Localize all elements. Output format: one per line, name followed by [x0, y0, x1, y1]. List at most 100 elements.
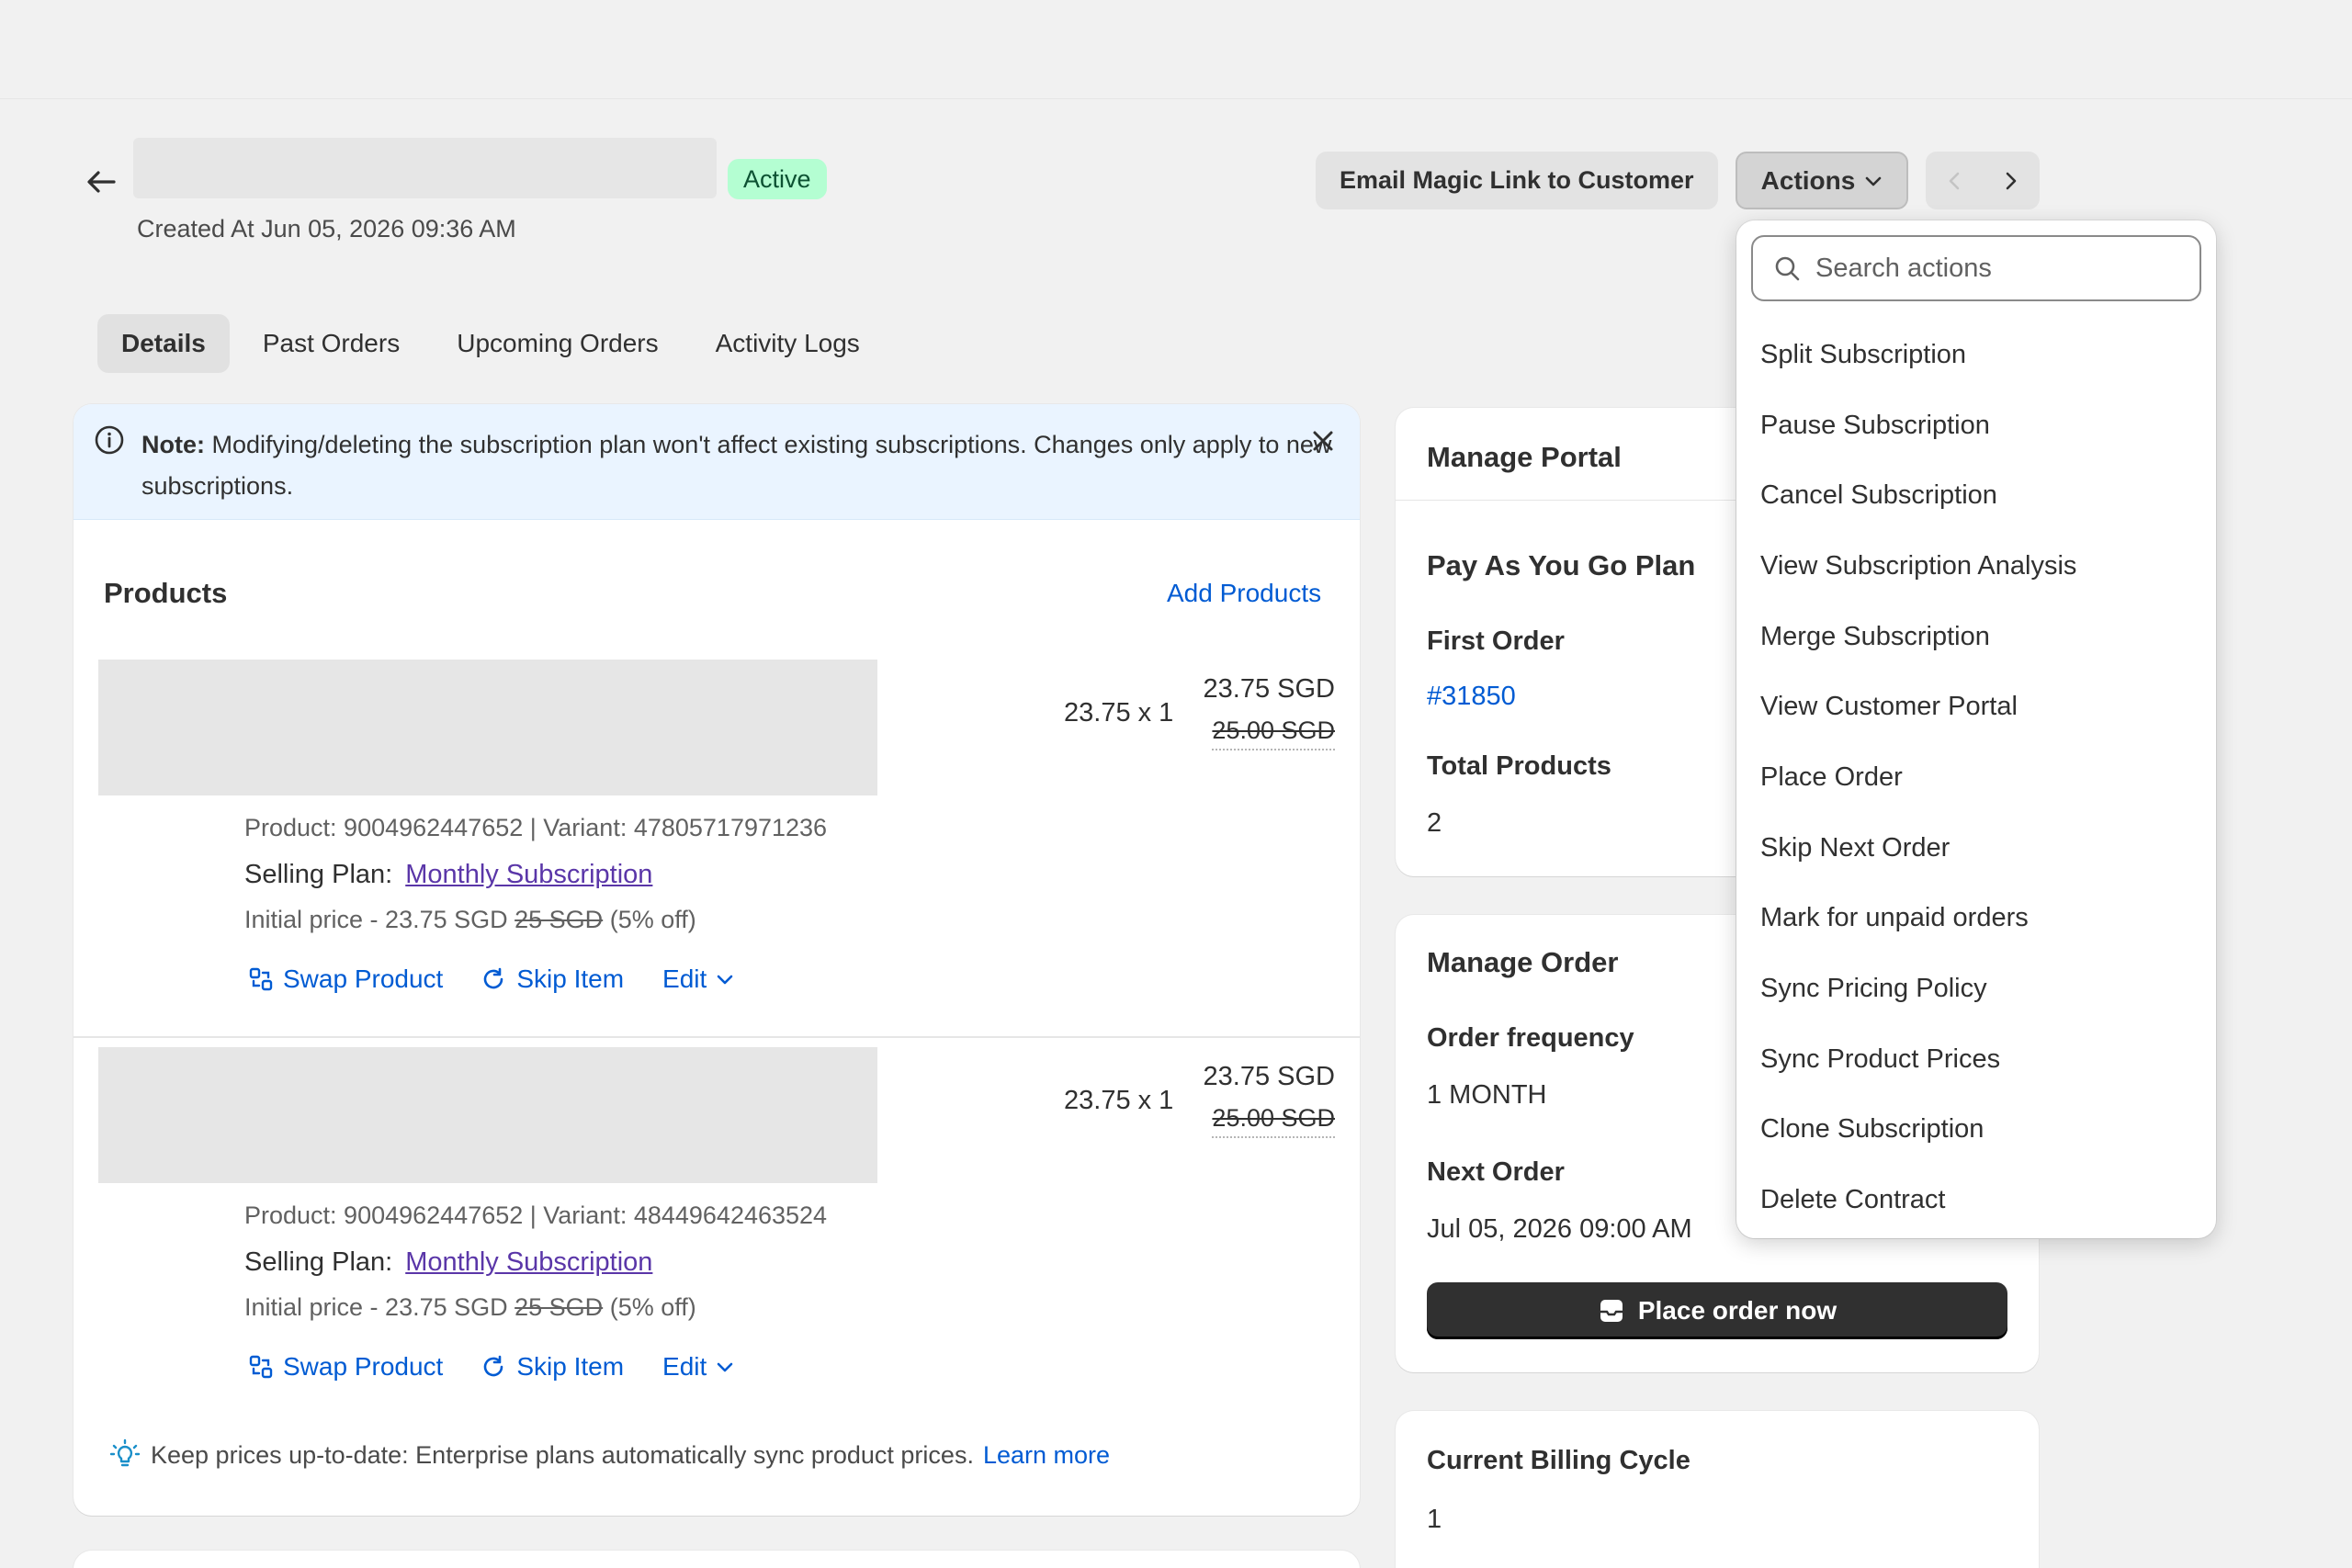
- created-at-text: Created At Jun 05, 2026 09:36 AM: [137, 215, 516, 243]
- initial-price-prefix: Initial price - 23.75 SGD: [244, 906, 508, 933]
- status-badge: Active: [728, 159, 827, 199]
- note-body: Modifying/deleting the subscription plan…: [141, 431, 1332, 500]
- menu-item-place-order[interactable]: Place Order: [1736, 742, 2216, 813]
- total-products-value: 2: [1427, 808, 1442, 838]
- subscription-title-redacted: [133, 138, 717, 198]
- selling-plan-link[interactable]: Monthly Subscription: [405, 1247, 652, 1278]
- quantity-text: 23.75 x 1: [1064, 1086, 1174, 1115]
- selling-plan-link[interactable]: Monthly Subscription: [405, 860, 652, 890]
- chevron-right-icon: [2006, 172, 2017, 189]
- tab-bar: Details Past Orders Upcoming Orders Acti…: [97, 314, 884, 373]
- actions-button[interactable]: Actions: [1736, 152, 1908, 209]
- swap-product-label: Swap Product: [283, 964, 444, 993]
- billing-cycle-value: 1: [1427, 1505, 1442, 1534]
- menu-item-skip-next-order[interactable]: Skip Next Order: [1736, 813, 2216, 884]
- email-magic-link-button[interactable]: Email Magic Link to Customer: [1316, 152, 1718, 209]
- product-row: 23.75 x 1 23.75 SGD 25.00 SGD Product: 9…: [74, 1040, 1360, 1426]
- original-price: 25.00 SGD: [1212, 716, 1335, 750]
- products-card: Note: Modifying/deleting the subscriptio…: [74, 404, 1360, 1516]
- tip-text: Keep prices up-to-date: Enterprise plans…: [151, 1440, 974, 1469]
- initial-price-line: Initial price - 23.75 SGD 25 SGD (5% off…: [244, 906, 696, 934]
- initial-price-line: Initial price - 23.75 SGD 25 SGD (5% off…: [244, 1293, 696, 1322]
- previous-record-button[interactable]: [1926, 152, 1983, 209]
- swap-product-button[interactable]: Swap Product: [248, 964, 443, 994]
- menu-item-pause-subscription[interactable]: Pause Subscription: [1736, 390, 2216, 461]
- skip-item-button[interactable]: Skip Item: [481, 1352, 624, 1382]
- initial-price-discount: (5% off): [609, 906, 696, 933]
- next-order-value: Jul 05, 2026 09:00 AM: [1427, 1214, 1692, 1244]
- place-order-now-button[interactable]: Place order now: [1427, 1282, 2007, 1339]
- edit-dropdown-button[interactable]: Edit: [662, 964, 734, 994]
- chevron-down-icon: [717, 1362, 733, 1372]
- order-frequency-value: 1 MONTH: [1427, 1080, 1547, 1110]
- tab-details[interactable]: Details: [97, 314, 230, 373]
- billing-cycle-title: Current Billing Cycle: [1427, 1446, 1690, 1475]
- menu-item-sync-product-prices[interactable]: Sync Product Prices: [1736, 1024, 2216, 1095]
- next-card: [74, 1551, 1360, 1568]
- back-button[interactable]: [81, 162, 121, 202]
- selling-plan-label: Selling Plan:: [244, 860, 393, 889]
- selling-plan-label: Selling Plan:: [244, 1247, 393, 1277]
- first-order-link[interactable]: #31850: [1427, 682, 1516, 712]
- product-variant-ids: Product: 9004962447652 | Variant: 484496…: [244, 1201, 828, 1229]
- menu-item-merge-subscription[interactable]: Merge Subscription: [1736, 602, 2216, 672]
- edit-dropdown-button[interactable]: Edit: [662, 1352, 734, 1382]
- actions-search-input[interactable]: [1815, 253, 2183, 284]
- original-price: 25.00 SGD: [1212, 1104, 1335, 1138]
- menu-item-clone-subscription[interactable]: Clone Subscription: [1736, 1095, 2216, 1166]
- skip-item-label: Skip Item: [516, 1352, 625, 1381]
- next-order-label: Next Order: [1427, 1157, 1565, 1187]
- menu-item-view-customer-portal[interactable]: View Customer Portal: [1736, 671, 2216, 742]
- menu-item-delete-contract[interactable]: Delete Contract: [1736, 1165, 2216, 1235]
- record-pager: [1926, 152, 2040, 209]
- place-order-label: Place order now: [1637, 1296, 1838, 1325]
- skip-icon: [484, 1355, 503, 1377]
- products-heading: Products: [104, 577, 228, 609]
- tab-upcoming-orders[interactable]: Upcoming Orders: [433, 314, 682, 373]
- skip-item-button[interactable]: Skip Item: [481, 964, 624, 994]
- close-icon: [1313, 431, 1333, 451]
- actions-button-label: Actions: [1760, 165, 1856, 195]
- note-banner: Note: Modifying/deleting the subscriptio…: [74, 404, 1360, 520]
- inbox-icon: [1600, 1300, 1623, 1322]
- menu-item-mark-unpaid-orders[interactable]: Mark for unpaid orders: [1736, 884, 2216, 954]
- swap-product-label: Swap Product: [283, 1352, 444, 1381]
- selling-plan-line: Selling Plan: Monthly Subscription: [244, 1247, 652, 1278]
- line-price: 23.75 SGD: [1203, 1062, 1335, 1091]
- menu-item-split-subscription[interactable]: Split Subscription: [1736, 320, 2216, 390]
- swap-icon: [249, 967, 273, 991]
- menu-item-sync-pricing-policy[interactable]: Sync Pricing Policy: [1736, 953, 2216, 1024]
- swap-product-button[interactable]: Swap Product: [248, 1352, 443, 1382]
- learn-more-link[interactable]: Learn more: [983, 1441, 1110, 1470]
- menu-item-cancel-subscription[interactable]: Cancel Subscription: [1736, 460, 2216, 531]
- order-frequency-label: Order frequency: [1427, 1023, 1634, 1053]
- actions-menu-list: Split Subscription Pause Subscription Ca…: [1736, 320, 2216, 1235]
- product-row: 23.75 x 1 23.75 SGD 25.00 SGD Product: 9…: [74, 652, 1360, 1038]
- tab-activity-logs[interactable]: Activity Logs: [692, 314, 884, 373]
- initial-price-struck: 25 SGD: [514, 1293, 604, 1321]
- add-products-link[interactable]: Add Products: [1167, 579, 1321, 608]
- skip-icon: [484, 967, 503, 989]
- line-price: 23.75 SGD: [1203, 674, 1335, 704]
- edit-label: Edit: [662, 1352, 707, 1381]
- first-order-label: First Order: [1427, 626, 1565, 656]
- search-icon: [1775, 256, 1800, 281]
- quantity-text: 23.75 x 1: [1064, 698, 1174, 728]
- arrow-left-icon: [87, 171, 116, 193]
- initial-price-prefix: Initial price - 23.75 SGD: [244, 1293, 508, 1321]
- note-text: Note: Modifying/deleting the subscriptio…: [141, 424, 1360, 507]
- next-record-button[interactable]: [1983, 152, 2040, 209]
- skip-item-label: Skip Item: [516, 964, 625, 993]
- dismiss-note-button[interactable]: [1305, 423, 1341, 459]
- tab-past-orders[interactable]: Past Orders: [239, 314, 424, 373]
- product-info-redacted: [98, 1047, 877, 1183]
- chevron-down-icon: [717, 975, 733, 985]
- top-bar: [0, 0, 2352, 99]
- chevron-down-icon: [1866, 176, 1882, 186]
- edit-label: Edit: [662, 964, 707, 993]
- menu-item-view-subscription-analysis[interactable]: View Subscription Analysis: [1736, 531, 2216, 602]
- note-prefix: Note:: [141, 431, 205, 458]
- product-actions: Swap Product Skip Item Edit: [248, 1352, 734, 1382]
- actions-search[interactable]: [1751, 235, 2201, 301]
- chevron-left-icon: [1949, 172, 1960, 189]
